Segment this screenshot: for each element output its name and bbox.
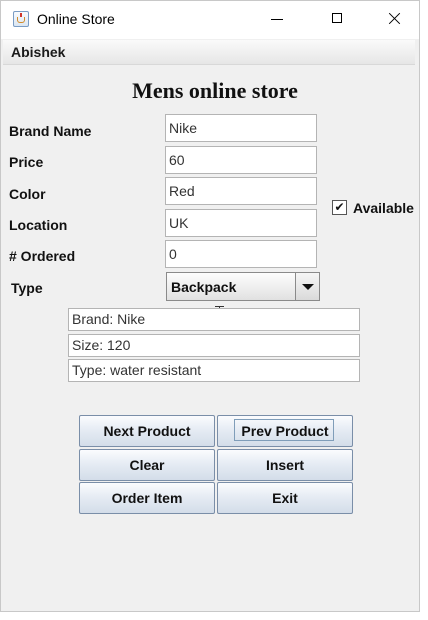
available-label: Available bbox=[353, 200, 414, 216]
app-window: Online Store Abishek Mens online store B… bbox=[0, 0, 420, 612]
color-label: Color bbox=[9, 186, 46, 202]
brand-name-field[interactable] bbox=[165, 114, 317, 142]
insert-button[interactable]: Insert bbox=[217, 449, 353, 481]
menu-bar: Abishek bbox=[3, 40, 415, 65]
info-type-field[interactable]: Type: water resistant bbox=[68, 359, 360, 382]
info-size-field[interactable]: Size: 120 bbox=[68, 334, 360, 357]
title-bar[interactable]: Online Store bbox=[1, 1, 419, 39]
chevron-down-icon[interactable] bbox=[295, 273, 319, 300]
page-title: Mens online store bbox=[132, 78, 298, 103]
ordered-label: # Ordered bbox=[9, 248, 76, 264]
exit-button[interactable]: Exit bbox=[217, 482, 353, 514]
type-dropdown[interactable]: Backpack bbox=[166, 272, 320, 301]
ordered-field[interactable] bbox=[165, 240, 317, 268]
info-brand-field[interactable]: Brand: Nike bbox=[68, 308, 360, 331]
type-dropdown-value: Backpack bbox=[171, 279, 237, 295]
color-field[interactable] bbox=[165, 177, 317, 205]
price-label: Price bbox=[9, 154, 44, 170]
prev-product-button[interactable]: Prev Product bbox=[217, 415, 353, 447]
maximize-button[interactable] bbox=[315, 1, 359, 37]
minimize-button[interactable] bbox=[255, 1, 299, 37]
java-cup-icon bbox=[13, 11, 29, 27]
order-item-button[interactable]: Order Item bbox=[79, 482, 215, 514]
window-title: Online Store bbox=[37, 11, 115, 27]
brand-name-label: Brand Name bbox=[9, 123, 92, 139]
menu-item-abishek[interactable]: Abishek bbox=[11, 44, 65, 60]
clear-button[interactable]: Clear bbox=[79, 449, 215, 481]
location-label: Location bbox=[9, 217, 68, 233]
close-button[interactable] bbox=[373, 1, 417, 37]
price-field[interactable] bbox=[165, 146, 317, 174]
type-label: Type bbox=[11, 280, 43, 296]
location-field[interactable] bbox=[165, 209, 317, 237]
next-product-button[interactable]: Next Product bbox=[79, 415, 215, 447]
available-checkbox[interactable]: ✔ bbox=[332, 200, 347, 215]
